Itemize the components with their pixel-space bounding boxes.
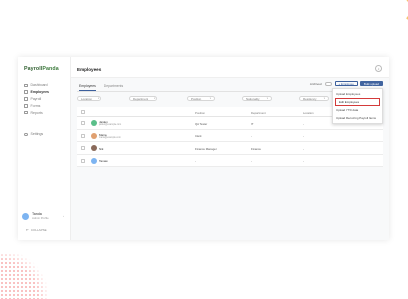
menu-item-upload-employees[interactable]: Upload Employees bbox=[333, 90, 382, 98]
user-profile[interactable]: Tanda Admin Profile › bbox=[22, 212, 64, 220]
forms-icon bbox=[24, 104, 28, 108]
chevron-down-icon: ▾ bbox=[323, 97, 325, 101]
screenshot-stage: PayrollPanda Dashboard Employees Payroll… bbox=[0, 0, 408, 299]
sidebar-item-forms[interactable]: Forms bbox=[22, 102, 68, 109]
sidebar-item-label: Reports bbox=[30, 110, 43, 115]
filter-label: Nationality bbox=[246, 96, 260, 101]
chevron-down-icon: ▾ bbox=[154, 97, 156, 101]
employee-email: maria@example.com bbox=[99, 136, 121, 139]
sidebar-item-dashboard[interactable]: Dashboard bbox=[22, 82, 68, 89]
chevron-down-icon: ▾ bbox=[209, 97, 211, 101]
sidebar-item-label: Employees bbox=[30, 90, 49, 95]
chevron-down-icon: ▾ bbox=[266, 97, 268, 101]
cell-position: Finance Manager bbox=[195, 146, 217, 151]
cell-location: - bbox=[303, 146, 304, 151]
cell-department: Finance bbox=[251, 146, 261, 151]
filter-location[interactable]: Location ▾ bbox=[77, 96, 101, 102]
table-row[interactable]: Maria maria@example.com Clerk - - bbox=[77, 129, 383, 142]
cell-department: - bbox=[251, 159, 252, 164]
filter-label: Residency bbox=[303, 96, 317, 101]
row-checkbox[interactable] bbox=[81, 146, 85, 151]
sidebar-nav: Dashboard Employees Payroll Forms Report… bbox=[22, 82, 68, 116]
sidebar-item-payroll[interactable]: Payroll bbox=[22, 96, 68, 103]
avatar bbox=[91, 132, 97, 139]
sidebar-item-employees[interactable]: Employees bbox=[22, 89, 68, 96]
cell-department: - bbox=[251, 134, 252, 139]
chevron-right-icon: › bbox=[63, 214, 64, 218]
sidebar-item-label: Settings bbox=[30, 132, 44, 137]
row-checkbox[interactable] bbox=[81, 121, 85, 126]
filter-department[interactable]: Department ▾ bbox=[129, 96, 157, 102]
page-title: Employees bbox=[77, 67, 102, 72]
archived-toggle[interactable] bbox=[324, 81, 332, 86]
cell-position: Clerk bbox=[195, 134, 202, 139]
employee-email: jaiden@example.com bbox=[99, 124, 122, 127]
row-checkbox[interactable] bbox=[81, 158, 85, 163]
toolbar-actions: Archived + Employee Bulk upload bbox=[309, 81, 383, 87]
menu-item-upload-recurring-payroll-items[interactable]: Upload Recurring Payroll Items bbox=[333, 114, 382, 122]
sidebar-item-label: Forms bbox=[30, 103, 41, 108]
column-header-department[interactable]: Department bbox=[251, 111, 266, 115]
filter-position[interactable]: Position ▾ bbox=[187, 96, 215, 102]
filter-nationality[interactable]: Nationality ▾ bbox=[242, 96, 272, 102]
bell-icon[interactable]: ♪ bbox=[375, 65, 382, 72]
table-row[interactable]: Nik Finance Manager Finance - bbox=[77, 142, 383, 155]
users-icon bbox=[24, 90, 28, 94]
cell-position: QA Tester bbox=[195, 121, 208, 126]
select-all-checkbox[interactable] bbox=[81, 110, 85, 114]
app-logo[interactable]: PayrollPanda bbox=[24, 66, 59, 72]
sidebar-item-settings[interactable]: Settings bbox=[22, 131, 43, 138]
filter-label: Position bbox=[191, 96, 202, 101]
archived-label: Archived bbox=[309, 81, 322, 86]
column-header-position[interactable]: Position bbox=[195, 111, 205, 115]
cell-position: - bbox=[195, 159, 196, 164]
main-area: Employees ♪ Employees Departments Archiv… bbox=[71, 57, 389, 240]
bulk-upload-menu: Upload Employees Edit Employees Upload Y… bbox=[332, 88, 383, 124]
avatar bbox=[91, 145, 97, 152]
decorative-dots bbox=[0, 253, 52, 299]
employee-name[interactable]: Nik bbox=[99, 147, 103, 151]
employee-name[interactable]: Tanaw bbox=[99, 159, 108, 163]
collapse-icon: ⇤ bbox=[26, 228, 29, 232]
collapse-label: COLLAPSE bbox=[30, 228, 47, 232]
dashboard-icon bbox=[24, 83, 28, 88]
column-header-location[interactable]: Location bbox=[303, 111, 314, 115]
app-window: PayrollPanda Dashboard Employees Payroll… bbox=[18, 57, 389, 240]
avatar bbox=[91, 157, 97, 164]
menu-item-edit-employees[interactable]: Edit Employees bbox=[335, 98, 380, 106]
gear-icon bbox=[24, 132, 28, 137]
sidebar-item-reports[interactable]: Reports bbox=[22, 109, 68, 116]
sidebar: PayrollPanda Dashboard Employees Payroll… bbox=[18, 57, 71, 240]
payroll-icon bbox=[24, 97, 28, 101]
sidebar-item-label: Dashboard bbox=[30, 83, 48, 88]
avatar bbox=[22, 212, 29, 220]
sidebar-item-label: Payroll bbox=[30, 96, 42, 101]
filter-label: Department bbox=[133, 96, 149, 101]
chevron-down-icon: ▾ bbox=[97, 97, 100, 101]
avatar bbox=[91, 120, 97, 127]
menu-item-upload-ytd-data[interactable]: Upload YTD data bbox=[333, 106, 382, 114]
cell-department: IT bbox=[251, 121, 254, 126]
cell-location: - bbox=[303, 159, 304, 164]
cell-location: - bbox=[303, 134, 304, 139]
user-role: Admin Profile bbox=[32, 216, 49, 220]
logo-part2: Panda bbox=[42, 66, 59, 72]
reports-icon bbox=[24, 110, 28, 115]
filter-label: Location bbox=[81, 96, 92, 101]
filter-residency[interactable]: Residency ▾ bbox=[299, 96, 329, 102]
cell-location: - bbox=[303, 121, 304, 126]
logo-part1: Payroll bbox=[24, 66, 43, 72]
row-checkbox[interactable] bbox=[81, 133, 85, 138]
bulk-upload-button[interactable]: Bulk upload bbox=[359, 81, 383, 87]
collapse-button[interactable]: ⇤ COLLAPSE bbox=[26, 228, 47, 232]
table-row[interactable]: Tanaw - - - bbox=[77, 154, 383, 167]
add-employee-button[interactable]: + Employee bbox=[334, 81, 358, 87]
